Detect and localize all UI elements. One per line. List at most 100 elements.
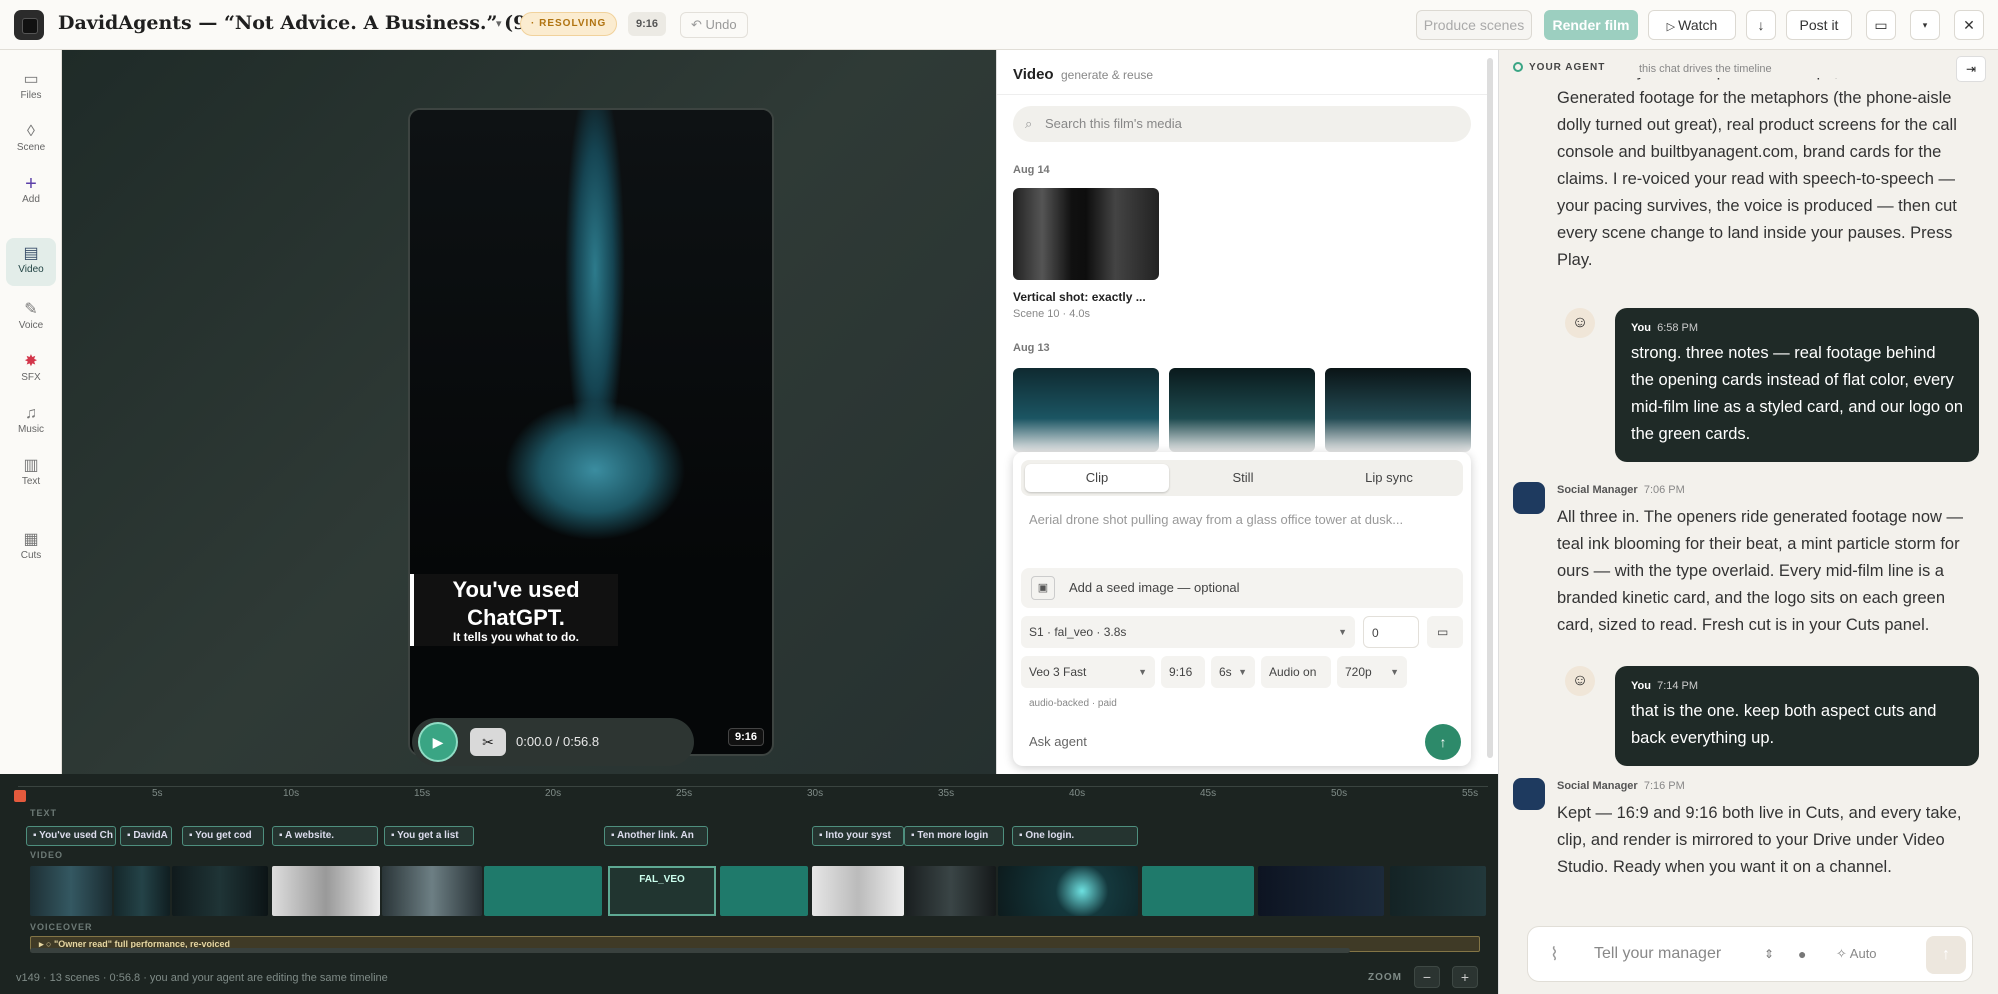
message-meta: You 6:58 PM <box>1631 322 1963 334</box>
chevron-down-icon: ▼ <box>1390 667 1399 677</box>
video-clip-selected[interactable]: FAL_VEO <box>608 866 716 916</box>
media-thumbnail[interactable] <box>1325 368 1471 452</box>
prompt-input[interactable]: Aerial drone shot pulling away from a gl… <box>1029 512 1459 527</box>
render-film-button[interactable]: Render film <box>1544 10 1638 40</box>
text-clip[interactable]: ▪ Ten more login <box>904 826 1004 846</box>
duration-select[interactable]: 6s ▼ <box>1211 656 1255 688</box>
rail-item-text[interactable]: ▥ Text <box>6 450 56 498</box>
send-icon[interactable]: ↑ <box>1425 724 1461 760</box>
video-clip[interactable] <box>812 866 904 916</box>
media-thumbnail[interactable] <box>1013 368 1159 452</box>
close-icon[interactable]: ✕ <box>1954 10 1984 40</box>
video-clip[interactable] <box>1142 866 1254 916</box>
stepper-icon[interactable]: ⇕ <box>1764 927 1774 981</box>
avatar <box>1513 778 1545 810</box>
video-clip[interactable] <box>484 866 602 916</box>
search-input[interactable]: ⌕ Search this film's media <box>1013 106 1471 142</box>
video-clip[interactable] <box>1258 866 1384 916</box>
caret-down-icon[interactable]: ▾ <box>1910 10 1940 40</box>
app-logo[interactable] <box>14 10 44 40</box>
play-icon[interactable]: ▶ <box>418 722 458 762</box>
chat-input[interactable]: ⌇ Tell your manager ⇕ ● ✧ Auto ↑ <box>1527 926 1973 982</box>
video-clip[interactable] <box>906 866 996 916</box>
zoom-out-button[interactable]: − <box>1414 966 1440 988</box>
video-clip[interactable] <box>998 866 1138 916</box>
image-icon: ▣ <box>1031 576 1055 600</box>
timeline-scrollbar[interactable] <box>30 948 1350 953</box>
rail-item-scene[interactable]: ◊ Scene <box>6 116 56 164</box>
model-value: Veo 3 Fast <box>1029 665 1087 679</box>
track-label-video: VIDEO <box>30 850 64 860</box>
seed-number-input[interactable]: 0 <box>1363 616 1419 648</box>
rail-item-sfx[interactable]: ✸ SFX <box>6 346 56 394</box>
rail-label: Scene <box>16 142 46 153</box>
seed-image-button[interactable]: ▣ Add a seed image — optional <box>1021 568 1463 608</box>
download-icon[interactable]: ↓ <box>1746 10 1776 40</box>
message-time: 7:16 PM <box>1643 780 1685 792</box>
text-clip[interactable]: ▪ Into your syst <box>812 826 904 846</box>
text-clip[interactable]: ▪ You get cod <box>182 826 264 846</box>
auto-toggle[interactable]: ✧ Auto <box>1836 927 1877 981</box>
tab-still[interactable]: Still <box>1171 464 1315 492</box>
tab-clip[interactable]: Clip <box>1025 464 1169 492</box>
status-dot-icon <box>1513 62 1523 73</box>
date-heading: Aug 14 <box>1013 164 1050 176</box>
music-icon: ♫ <box>25 405 37 422</box>
sfx-icon: ✸ <box>24 353 38 370</box>
video-clip[interactable] <box>720 866 808 916</box>
video-clip[interactable] <box>30 866 112 916</box>
user-message: You 7:14 PM that is the one. keep both a… <box>1615 666 1979 766</box>
mode-tabs: Clip Still Lip sync <box>1021 460 1463 496</box>
scrollbar[interactable] <box>1487 58 1493 758</box>
ruler-tick: 30s <box>807 788 824 799</box>
watch-button[interactable]: ▷ Watch <box>1648 10 1736 40</box>
video-clip[interactable] <box>382 866 482 916</box>
sender-name: You <box>1631 322 1651 334</box>
aspect-select[interactable]: 9:16 <box>1161 656 1205 688</box>
post-it-button[interactable]: Post it <box>1786 10 1852 40</box>
project-title[interactable]: DavidAgents — “Not Advice. A Business.” … <box>58 12 569 34</box>
scene-select[interactable]: S1 · fal_veo · 3.8s ▼ <box>1021 616 1355 648</box>
text-clip[interactable]: ▪ Another link. An <box>604 826 708 846</box>
rail-item-voice[interactable]: ✎ Voice <box>6 294 56 342</box>
audio-toggle[interactable]: Audio on <box>1261 656 1331 688</box>
video-icon: ▤ <box>23 245 39 262</box>
rail-item-cuts[interactable]: ▦ Cuts <box>6 524 56 572</box>
message-time: 6:58 PM <box>1657 322 1699 334</box>
text-clip[interactable]: ▪ You've used Ch <box>26 826 116 846</box>
camera-icon[interactable]: ▭ <box>1427 616 1463 648</box>
ruler-tick: 20s <box>545 788 562 799</box>
comment-icon[interactable]: ▭ <box>1866 10 1896 40</box>
text-clip[interactable]: ▪ DavidA <box>120 826 172 846</box>
zoom-in-button[interactable]: + <box>1452 966 1478 988</box>
video-clip[interactable] <box>1390 866 1486 916</box>
scissors-icon[interactable]: ✂ <box>470 728 506 756</box>
tab-lip-sync[interactable]: Lip sync <box>1317 464 1461 492</box>
mic-icon[interactable]: ● <box>1798 927 1806 981</box>
rail-item-add[interactable]: + Add <box>6 168 56 216</box>
video-frame[interactable]: You've used ChatGPT. It tells you what t… <box>408 108 774 756</box>
rail-item-video[interactable]: ▤ Video <box>6 238 56 286</box>
chevron-down-icon[interactable]: ▾ <box>496 17 502 30</box>
video-clip[interactable] <box>272 866 380 916</box>
media-thumbnail[interactable] <box>1169 368 1315 452</box>
video-clip[interactable] <box>114 866 170 916</box>
ruler-tick: 45s <box>1200 788 1217 799</box>
text-clip[interactable]: ▪ One login. <box>1012 826 1138 846</box>
ask-agent-input[interactable]: Ask agent <box>1029 734 1087 749</box>
rail-item-music[interactable]: ♫ Music <box>6 398 56 446</box>
text-clip[interactable]: ▪ You get a list <box>384 826 474 846</box>
resolution-select[interactable]: 720p ▼ <box>1337 656 1407 688</box>
send-icon[interactable]: ↑ <box>1926 936 1966 974</box>
chevron-down-icon: ▼ <box>1338 627 1347 637</box>
model-select[interactable]: Veo 3 Fast ▼ <box>1021 656 1155 688</box>
media-thumbnail[interactable] <box>1013 188 1159 280</box>
text-clip[interactable]: ▪ A website. <box>272 826 378 846</box>
playhead[interactable] <box>14 790 26 802</box>
video-clip[interactable] <box>172 866 268 916</box>
message-text: that is the one. keep both aspect cuts a… <box>1631 702 1937 747</box>
paperclip-icon[interactable]: ⌇ <box>1550 927 1559 981</box>
rail-item-files[interactable]: ▭ Files <box>6 64 56 112</box>
undo-button[interactable]: ↶ Undo <box>680 12 748 38</box>
produce-scenes-button[interactable]: Produce scenes <box>1416 10 1532 40</box>
